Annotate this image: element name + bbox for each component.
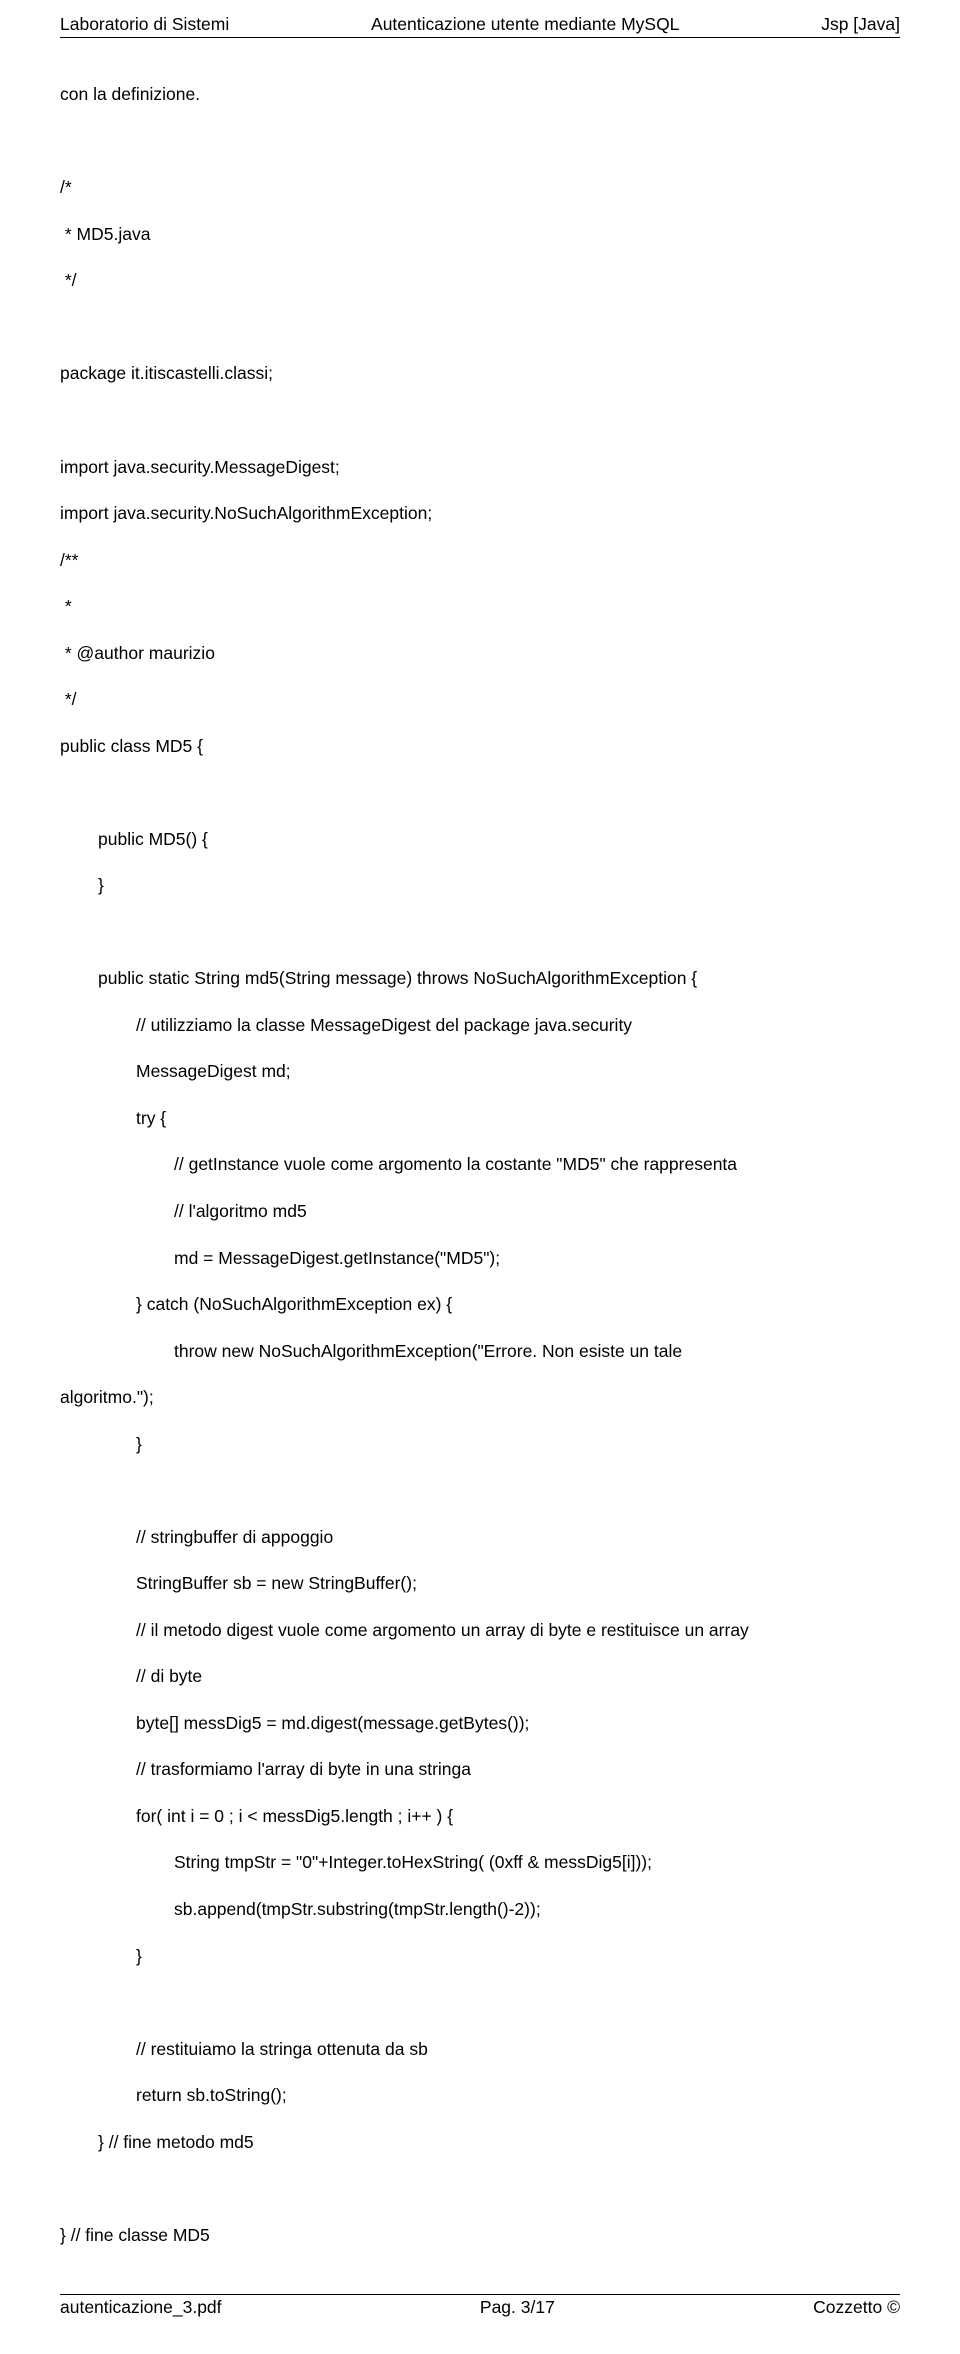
code-line: public class MD5 { xyxy=(60,735,900,758)
page-header: Laboratorio di Sistemi Autenticazione ut… xyxy=(60,14,900,38)
code-line: algoritmo."); xyxy=(60,1386,900,1409)
page: Laboratorio di Sistemi Autenticazione ut… xyxy=(0,0,960,2354)
code-line: md = MessageDigest.getInstance("MD5"); xyxy=(60,1247,900,1270)
footer-right: Cozzetto © xyxy=(813,2297,900,2318)
code-line: // il metodo digest vuole come argomento… xyxy=(60,1619,900,1642)
code-line: */ xyxy=(60,688,900,711)
header-left: Laboratorio di Sistemi xyxy=(60,14,229,35)
page-footer: autenticazione_3.pdf Pag. 3/17 Cozzetto … xyxy=(60,2294,900,2318)
code-line: * @author maurizio xyxy=(60,642,900,665)
code-line: /* xyxy=(60,176,900,199)
code-line: public MD5() { xyxy=(60,828,900,851)
code-line: // l'algoritmo md5 xyxy=(60,1200,900,1223)
code-line: StringBuffer sb = new StringBuffer(); xyxy=(60,1572,900,1595)
header-center: Autenticazione utente mediante MySQL xyxy=(371,14,679,35)
code-line: // getInstance vuole come argomento la c… xyxy=(60,1153,900,1176)
code-line: } // fine metodo md5 xyxy=(60,2131,900,2154)
code-line: return sb.toString(); xyxy=(60,2084,900,2107)
code-line: } xyxy=(60,874,900,897)
code-line: } catch (NoSuchAlgorithmException ex) { xyxy=(60,1293,900,1316)
code-line: public static String md5(String message)… xyxy=(60,967,900,990)
code-line: // di byte xyxy=(60,1665,900,1688)
code-line: // restituiamo la stringa ottenuta da sb xyxy=(60,2038,900,2061)
header-right: Jsp [Java] xyxy=(821,14,900,35)
code-line: // trasformiamo l'array di byte in una s… xyxy=(60,1758,900,1781)
code-line: * xyxy=(60,595,900,618)
code-line: import java.security.MessageDigest; xyxy=(60,456,900,479)
code-line: import java.security.NoSuchAlgorithmExce… xyxy=(60,502,900,525)
code-line: // stringbuffer di appoggio xyxy=(60,1526,900,1549)
code-line: throw new NoSuchAlgorithmException("Erro… xyxy=(60,1340,900,1363)
code-line: sb.append(tmpStr.substring(tmpStr.length… xyxy=(60,1898,900,1921)
code-line: } xyxy=(60,1433,900,1456)
code-line: for( int i = 0 ; i < messDig5.length ; i… xyxy=(60,1805,900,1828)
code-line: } // fine classe MD5 xyxy=(60,2224,900,2247)
code-line: String tmpStr = "0"+Integer.toHexString(… xyxy=(60,1851,900,1874)
page-content: con la definizione. /* * MD5.java */ pac… xyxy=(60,60,900,2294)
code-line: } xyxy=(60,1945,900,1968)
code-line: /** xyxy=(60,549,900,572)
code-line: */ xyxy=(60,269,900,292)
code-line: package it.itiscastelli.classi; xyxy=(60,362,900,385)
code-line: * MD5.java xyxy=(60,223,900,246)
intro-text: con la definizione. xyxy=(60,83,900,106)
code-line: MessageDigest md; xyxy=(60,1060,900,1083)
code-line: byte[] messDig5 = md.digest(message.getB… xyxy=(60,1712,900,1735)
footer-left: autenticazione_3.pdf xyxy=(60,2297,222,2318)
code-line: // utilizziamo la classe MessageDigest d… xyxy=(60,1014,900,1037)
code-line: try { xyxy=(60,1107,900,1130)
footer-center: Pag. 3/17 xyxy=(480,2297,555,2318)
